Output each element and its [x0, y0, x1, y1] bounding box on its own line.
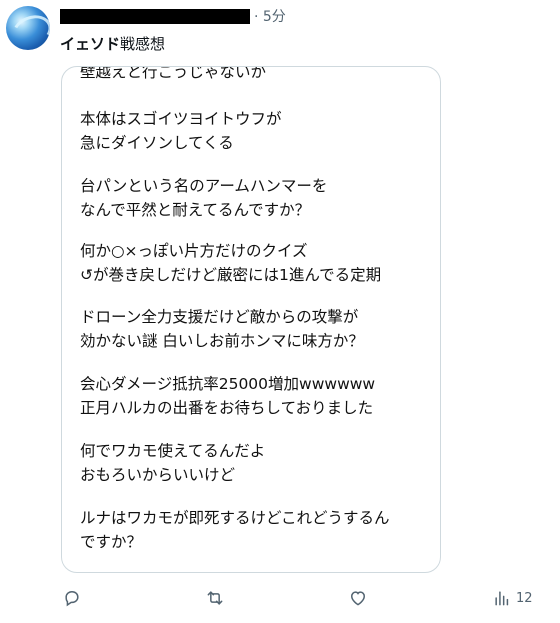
tweet-time[interactable]: · 5分: [254, 6, 286, 26]
image-line: 台パンという名のアームハンマーを: [80, 177, 328, 195]
action-bar: 12: [0, 588, 560, 612]
image-line: 本体はスゴイツヨイトウフが: [80, 110, 282, 128]
views-count: 12: [516, 590, 533, 606]
image-line: ドローン全力支援だけど敵からの攻撃が: [80, 308, 359, 326]
like-button[interactable]: [348, 588, 368, 608]
retweet-button[interactable]: [205, 588, 225, 608]
image-line: おもろいからいいけど: [80, 466, 236, 484]
image-line: 正月ハルカの出番をお待ちしておりました: [80, 399, 374, 417]
image-line: ですか？: [80, 533, 143, 551]
tweet-text-rest: 戦感想: [120, 35, 166, 53]
image-line: なんで平然と耐えてるんですか？: [80, 201, 311, 219]
image-line: 急にダイソンしてくる: [80, 134, 234, 152]
avatar[interactable]: [6, 6, 50, 50]
reply-button[interactable]: [62, 588, 82, 608]
reply-icon: [65, 590, 79, 607]
image-line: ルナはワカモが即死するけどこれどうするん: [80, 509, 390, 527]
tweet-text: イェソド戦感想: [60, 33, 165, 54]
redacted-username: [60, 8, 250, 24]
image-line: 効かない謎 白いしお前ホンマに味方か？: [80, 332, 364, 350]
image-line: ↺が巻き戻しだけど厳密には1進んでる定期: [80, 266, 382, 284]
tweet-text-bold: イェソド: [60, 35, 121, 53]
views-icon: [495, 591, 509, 606]
attached-image[interactable]: 壁越えと行こうじゃないか 本体はスゴイツヨイトウフが 急にダイソンしてくる 台パ…: [61, 66, 441, 573]
retweet-icon: [207, 591, 223, 605]
image-line: 何か○×っぽい片方だけのクイズ: [80, 242, 308, 260]
image-line: 会心ダメージ抵抗率25000増加wwwwww: [80, 375, 376, 393]
avatar-swirl: [8, 10, 50, 50]
heart-icon: [350, 591, 366, 606]
image-line: 何でワカモ使えてるんだよ: [80, 442, 266, 460]
views-button[interactable]: 12: [492, 588, 533, 608]
tweet-header: · 5分: [60, 6, 286, 26]
image-line: 壁越えと行こうじゃないか: [80, 66, 267, 81]
